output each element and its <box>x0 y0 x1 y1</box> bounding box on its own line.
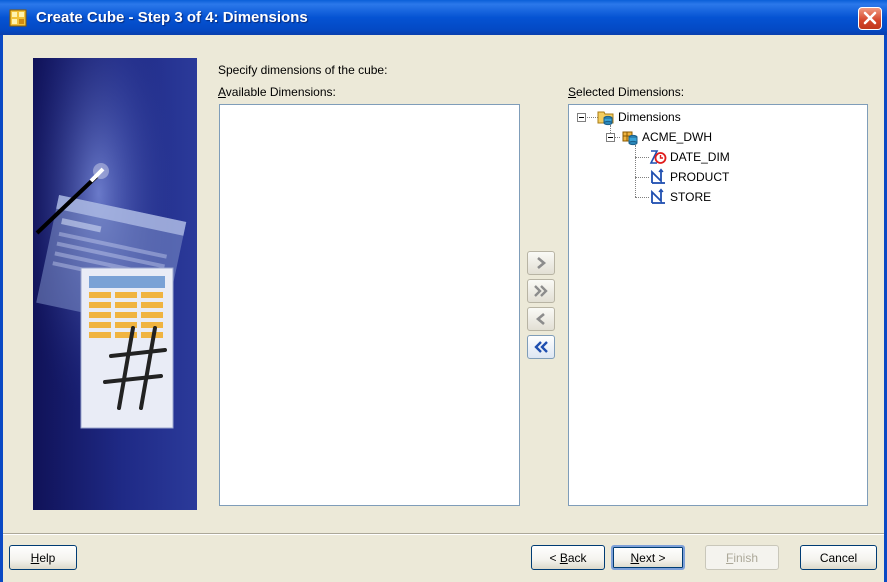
window-title: Create Cube - Step 3 of 4: Dimensions <box>36 9 308 26</box>
tree-node-label: DATE_DIM <box>670 150 730 164</box>
tree-node-label: Dimensions <box>618 110 681 124</box>
next-button[interactable]: Next > <box>611 545 685 570</box>
cube-app-icon <box>9 9 27 27</box>
selected-dimensions-label: Selected Dimensions: <box>568 85 685 99</box>
schema-collapse-toggle[interactable] <box>606 133 615 142</box>
tree-node-product[interactable]: PRODUCT <box>649 168 729 186</box>
help-button[interactable]: Help <box>9 545 77 570</box>
back-button[interactable]: < Back <box>531 545 605 570</box>
chevron-right-icon <box>537 257 547 269</box>
cancel-button[interactable]: Cancel <box>800 545 877 570</box>
tree-node-schema[interactable]: ACME_DWH <box>621 128 712 146</box>
add-button[interactable] <box>527 251 555 275</box>
title-bar: Create Cube - Step 3 of 4: Dimensions <box>0 0 887 35</box>
instructions-label: Specify dimensions of the cube: <box>218 63 388 77</box>
tree-node-store[interactable]: STORE <box>649 188 711 206</box>
tree-node-label: ACME_DWH <box>642 130 713 144</box>
tree-node-dimensions[interactable]: Dimensions <box>597 108 681 126</box>
available-dimensions-list[interactable] <box>219 104 520 506</box>
dimensions-collapse-toggle[interactable] <box>577 113 586 122</box>
tree-node-label: PRODUCT <box>670 170 730 184</box>
close-icon <box>863 11 877 25</box>
footer-separator <box>3 533 884 535</box>
finish-button[interactable]: Finish <box>705 545 779 570</box>
tree-node-date-dim[interactable]: DATE_DIM <box>649 148 730 166</box>
close-button[interactable] <box>858 7 882 30</box>
folder-database-icon <box>597 111 614 126</box>
add-all-button[interactable] <box>527 279 555 303</box>
double-chevron-right-icon <box>534 285 548 297</box>
tree-node-label: STORE <box>670 190 712 204</box>
schema-database-icon <box>622 131 638 146</box>
remove-all-button[interactable] <box>527 335 555 359</box>
chevron-left-icon <box>535 313 545 325</box>
dimension-icon <box>651 168 665 184</box>
selected-dimensions-tree[interactable]: Dimensions ACME_DWH DATE_DIM PRODUCT STO… <box>568 104 868 506</box>
remove-button[interactable] <box>527 307 555 331</box>
double-chevron-left-icon <box>534 341 548 353</box>
wizard-banner-image <box>33 58 197 510</box>
time-dimension-icon <box>649 150 667 164</box>
dimension-icon <box>651 188 665 204</box>
available-dimensions-label: Available Dimensions: <box>218 85 336 99</box>
